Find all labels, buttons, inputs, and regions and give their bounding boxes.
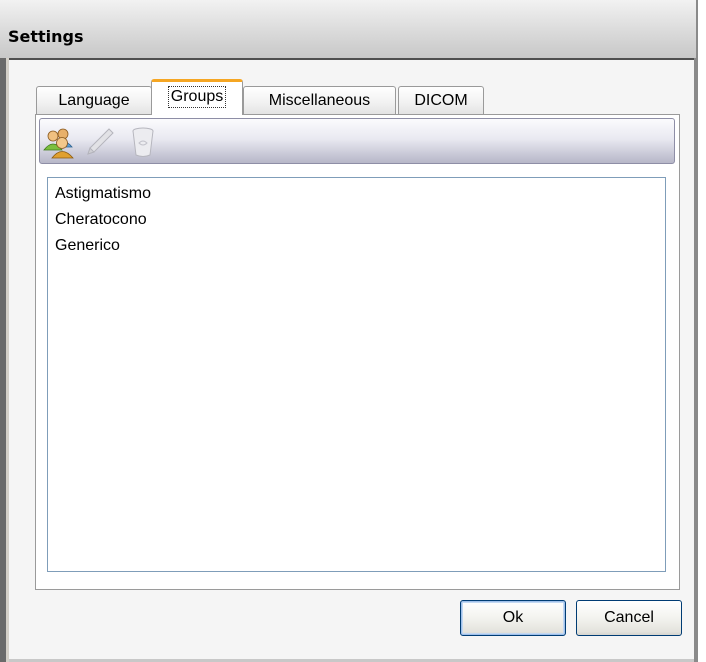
tab-language-label: Language (58, 92, 130, 109)
groups-list[interactable]: Astigmatismo Cheratocono Generico (47, 177, 666, 572)
tab-dicom-label: DICOM (414, 92, 468, 109)
list-item[interactable]: Cheratocono (55, 207, 665, 233)
window-title: Settings (8, 27, 84, 46)
ok-button[interactable]: Ok (460, 600, 566, 636)
tab-miscellaneous-label: Miscellaneous (268, 92, 371, 109)
tab-language[interactable]: Language (36, 86, 152, 114)
users-group-icon (43, 128, 74, 159)
title-bar[interactable]: Settings (0, 0, 698, 60)
pencil-icon (87, 128, 114, 155)
groups-toolbar (39, 118, 675, 164)
list-item[interactable]: Generico (55, 233, 665, 259)
delete-group-button[interactable] (126, 125, 160, 159)
tab-groups[interactable]: Groups (151, 79, 243, 115)
cancel-button[interactable]: Cancel (576, 600, 682, 636)
trash-icon (132, 127, 154, 157)
add-group-button[interactable] (42, 125, 76, 159)
tab-groups-label: Groups (167, 86, 227, 108)
window-frame-right (694, 58, 698, 662)
settings-window: Settings Language Groups Miscellaneous D… (0, 0, 706, 662)
tab-dicom[interactable]: DICOM (398, 86, 484, 114)
tab-miscellaneous[interactable]: Miscellaneous (243, 86, 396, 114)
edit-group-button[interactable] (82, 125, 116, 159)
list-item[interactable]: Astigmatismo (55, 181, 665, 207)
